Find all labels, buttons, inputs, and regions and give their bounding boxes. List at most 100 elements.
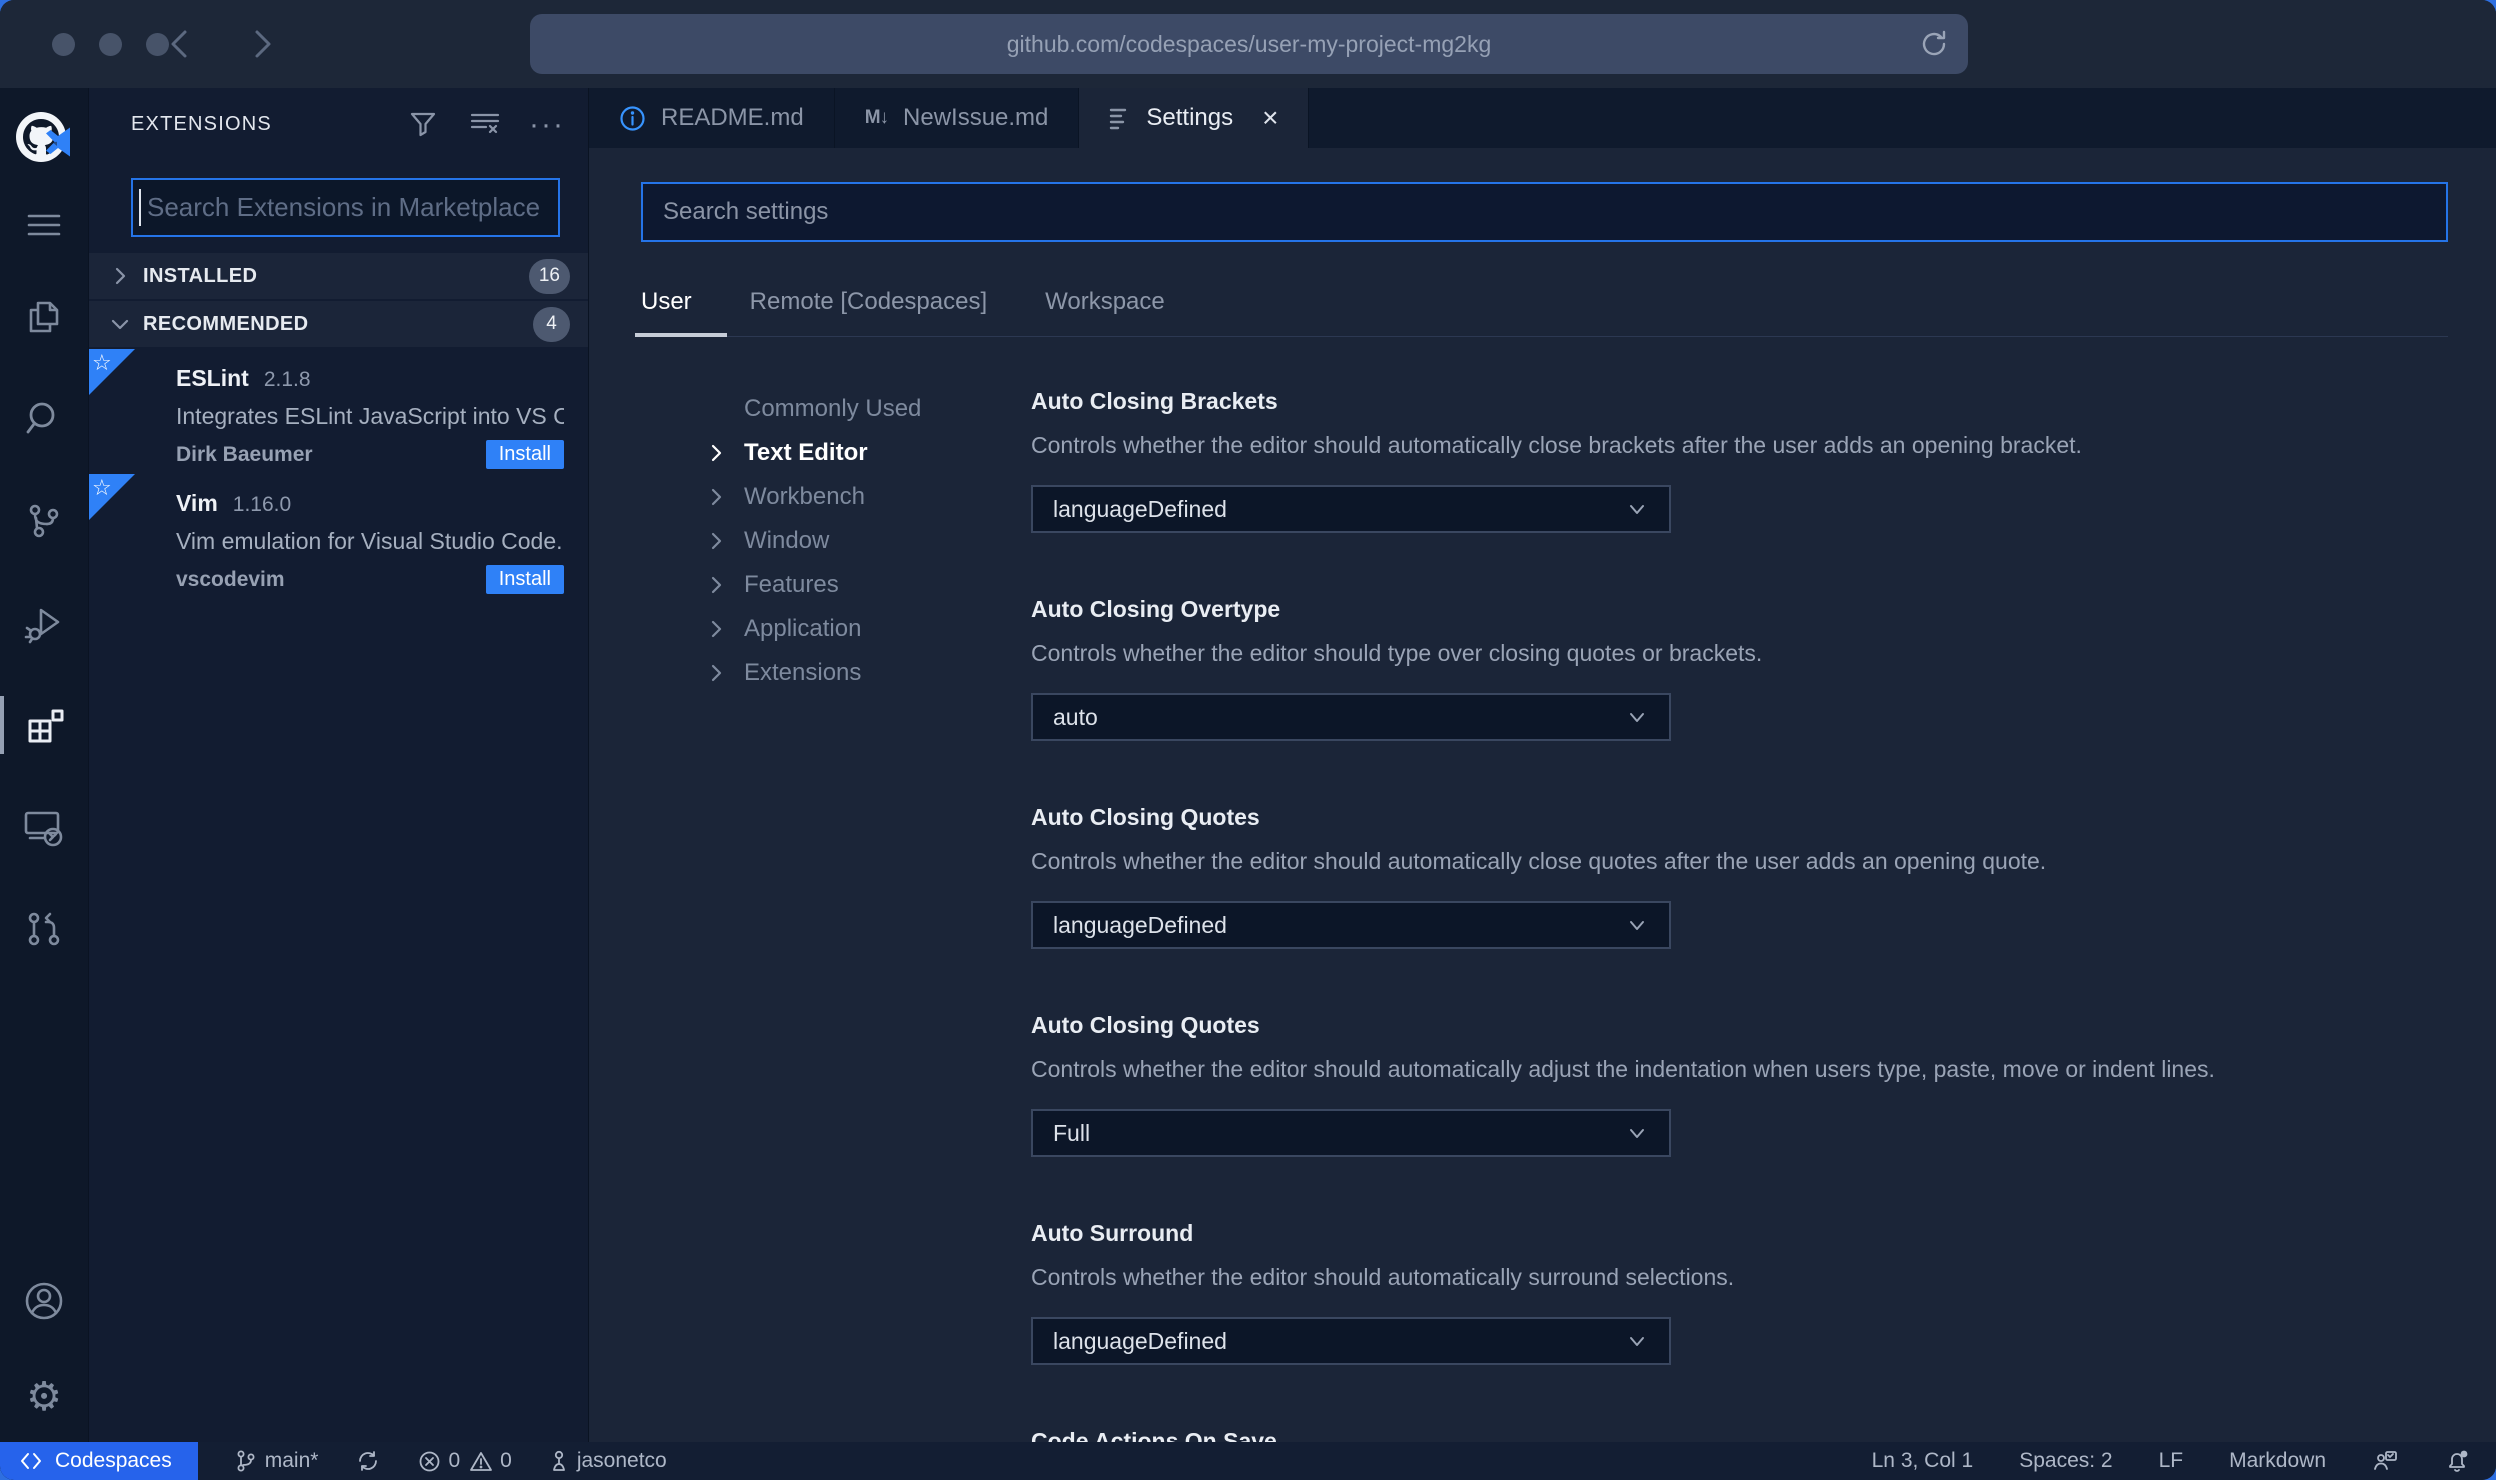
minimize-window-button[interactable] [99, 33, 122, 56]
feedback-icon[interactable] [2372, 1449, 2398, 1473]
setting-auto-surround: Auto Surround Controls whether the edito… [1031, 1219, 2448, 1365]
chevron-down-icon [1625, 497, 1649, 521]
settings-search-input[interactable] [641, 182, 2448, 242]
setting-select[interactable]: languageDefined [1031, 485, 1671, 533]
setting-auto-closing-overtype: Auto Closing Overtype Controls whether t… [1031, 595, 2448, 741]
select-value: Full [1053, 1119, 1091, 1146]
cursor-position[interactable]: Ln 3, Col 1 [1872, 1449, 1974, 1473]
setting-auto-closing-quotes-2: Auto Closing Quotes Controls whether the… [1031, 1011, 2448, 1157]
search-icon[interactable] [0, 368, 88, 470]
sync-button[interactable] [356, 1449, 380, 1473]
settings-scope-tabs: User Remote [Codespaces] Workspace [635, 288, 2448, 337]
toc-application[interactable]: Application [705, 607, 1031, 651]
extension-card-vim[interactable]: ☆ Vim 1.16.0 Vim emulation for Visual St… [89, 474, 588, 599]
settings-gear-icon[interactable]: ⚙ [0, 1352, 88, 1442]
scope-tab-workspace[interactable]: Workspace [1045, 288, 1165, 336]
sync-icon [356, 1449, 380, 1473]
forward-button[interactable] [242, 24, 282, 64]
extension-name: Vim [176, 490, 218, 516]
setting-auto-closing-quotes: Auto Closing Quotes Controls whether the… [1031, 803, 2448, 949]
installed-section-header[interactable]: INSTALLED 16 [89, 253, 588, 299]
editor-area: README.md M↓ NewIssue.md Settings × User… [588, 88, 2496, 1442]
section-label: INSTALLED [143, 264, 258, 287]
scope-tab-remote[interactable]: Remote [Codespaces] [750, 288, 987, 336]
run-debug-icon[interactable] [0, 572, 88, 674]
browser-window: github.com/codespaces/user-my-project-mg… [0, 0, 2496, 1480]
setting-select[interactable]: auto [1031, 693, 1671, 741]
chevron-down-icon [107, 311, 133, 337]
close-tab-icon[interactable]: × [1262, 104, 1278, 132]
tab-bar: README.md M↓ NewIssue.md Settings × [589, 88, 2496, 148]
more-actions-icon[interactable]: ··· [529, 109, 563, 139]
setting-description: Controls whether the editor should autom… [1031, 848, 2047, 874]
recommended-section-header[interactable]: RECOMMENDED 4 [89, 301, 588, 347]
eol-indicator[interactable]: LF [2159, 1449, 2184, 1473]
toc-features[interactable]: Features [705, 563, 1031, 607]
extensions-icon[interactable] [0, 674, 88, 776]
codespaces-label: Codespaces [55, 1449, 172, 1472]
chevron-down-icon [1625, 913, 1649, 937]
account-icon[interactable] [0, 1250, 88, 1352]
toc-text-editor[interactable]: Text Editor [705, 431, 1031, 475]
star-icon: ☆ [92, 475, 112, 500]
problems-indicator[interactable]: 0 0 [418, 1449, 512, 1473]
branch-indicator[interactable]: main* [236, 1449, 319, 1473]
chevron-down-icon [1625, 705, 1649, 729]
settings-toc: Commonly Used Text Editor Workbench Wind… [641, 387, 1031, 1442]
tab-newissue[interactable]: M↓ NewIssue.md [835, 88, 1080, 148]
back-button[interactable] [160, 24, 200, 64]
extension-name: ESLint [176, 365, 249, 391]
source-control-icon[interactable] [0, 470, 88, 572]
chevron-right-icon [705, 530, 727, 552]
toc-commonly-used[interactable]: Commonly Used [705, 387, 1031, 431]
setting-select[interactable]: Full [1031, 1109, 1671, 1157]
tab-readme[interactable]: README.md [589, 88, 835, 148]
star-icon: ☆ [92, 350, 112, 375]
extensions-search-input[interactable] [131, 178, 560, 237]
tab-label: Settings [1146, 104, 1234, 131]
setting-title: Auto Closing Brackets [1031, 388, 1278, 414]
user-indicator[interactable]: jasonetco [550, 1449, 667, 1473]
setting-title: Auto Closing Quotes [1031, 804, 1260, 830]
setting-title: Code Actions On Save [1031, 1428, 1277, 1442]
github-vscode-logo [0, 96, 88, 184]
explorer-icon[interactable] [0, 266, 88, 368]
chevron-right-icon [107, 263, 133, 289]
text-caret [139, 189, 141, 226]
setting-description: Controls whether the editor should autom… [1031, 432, 2082, 458]
errors-icon [418, 1450, 441, 1473]
codespaces-remote-button[interactable]: Codespaces [0, 1442, 198, 1480]
notifications-bell-icon[interactable] [2444, 1448, 2470, 1474]
section-label: RECOMMENDED [143, 312, 309, 335]
scope-tab-user[interactable]: User [635, 288, 727, 337]
select-value: languageDefined [1053, 1327, 1227, 1354]
tab-label: README.md [661, 104, 804, 131]
install-button[interactable]: Install [485, 565, 564, 594]
extension-description: Vim emulation for Visual Studio Code... [176, 528, 564, 554]
install-button[interactable]: Install [485, 440, 564, 469]
filter-icon[interactable] [408, 109, 438, 139]
settings-editor: User Remote [Codespaces] Workspace Commo… [589, 148, 2496, 1442]
tab-settings[interactable]: Settings × [1079, 88, 1310, 148]
setting-select[interactable]: languageDefined [1031, 901, 1671, 949]
branch-name: main* [264, 1449, 319, 1472]
menu-icon[interactable] [0, 184, 88, 266]
close-window-button[interactable] [52, 33, 75, 56]
language-mode[interactable]: Markdown [2229, 1449, 2326, 1473]
pull-requests-icon[interactable] [0, 878, 88, 980]
clear-extensions-icon[interactable] [470, 109, 500, 139]
remote-explorer-icon[interactable] [0, 776, 88, 878]
indentation[interactable]: Spaces: 2 [2019, 1449, 2112, 1473]
extension-version: 2.1.8 [263, 368, 311, 391]
toc-extensions[interactable]: Extensions [705, 651, 1031, 695]
address-bar[interactable]: github.com/codespaces/user-my-project-mg… [530, 14, 1968, 74]
select-value: auto [1053, 703, 1098, 730]
toc-window[interactable]: Window [705, 519, 1031, 563]
extension-publisher: Dirk Baeumer [176, 442, 313, 466]
extension-card-eslint[interactable]: ☆ ESLint 2.1.8 Integrates ESLint JavaScr… [89, 349, 588, 474]
chevron-right-icon [705, 662, 727, 684]
remote-icon [20, 1451, 42, 1471]
toc-workbench[interactable]: Workbench [705, 475, 1031, 519]
setting-select[interactable]: languageDefined [1031, 1317, 1671, 1365]
reload-icon[interactable] [1916, 26, 1952, 62]
